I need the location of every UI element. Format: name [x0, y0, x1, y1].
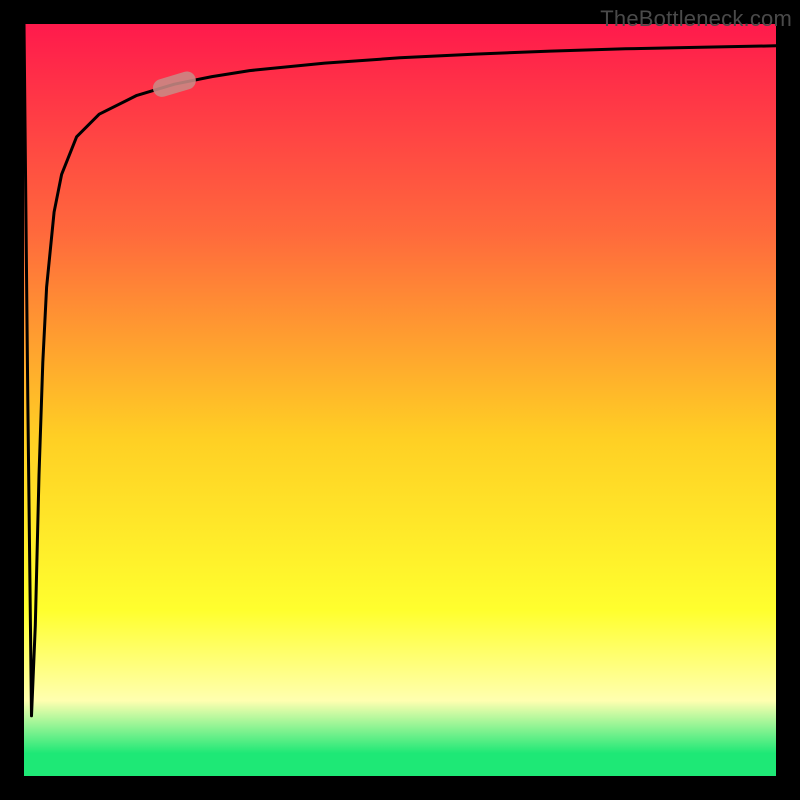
curve-layer — [24, 24, 776, 776]
curve-marker — [151, 69, 198, 99]
plot-area — [24, 24, 776, 776]
watermark-text: TheBottleneck.com — [600, 6, 792, 32]
bottleneck-curve — [24, 24, 776, 716]
marker-pill — [151, 69, 198, 99]
chart-stage: TheBottleneck.com — [0, 0, 800, 800]
